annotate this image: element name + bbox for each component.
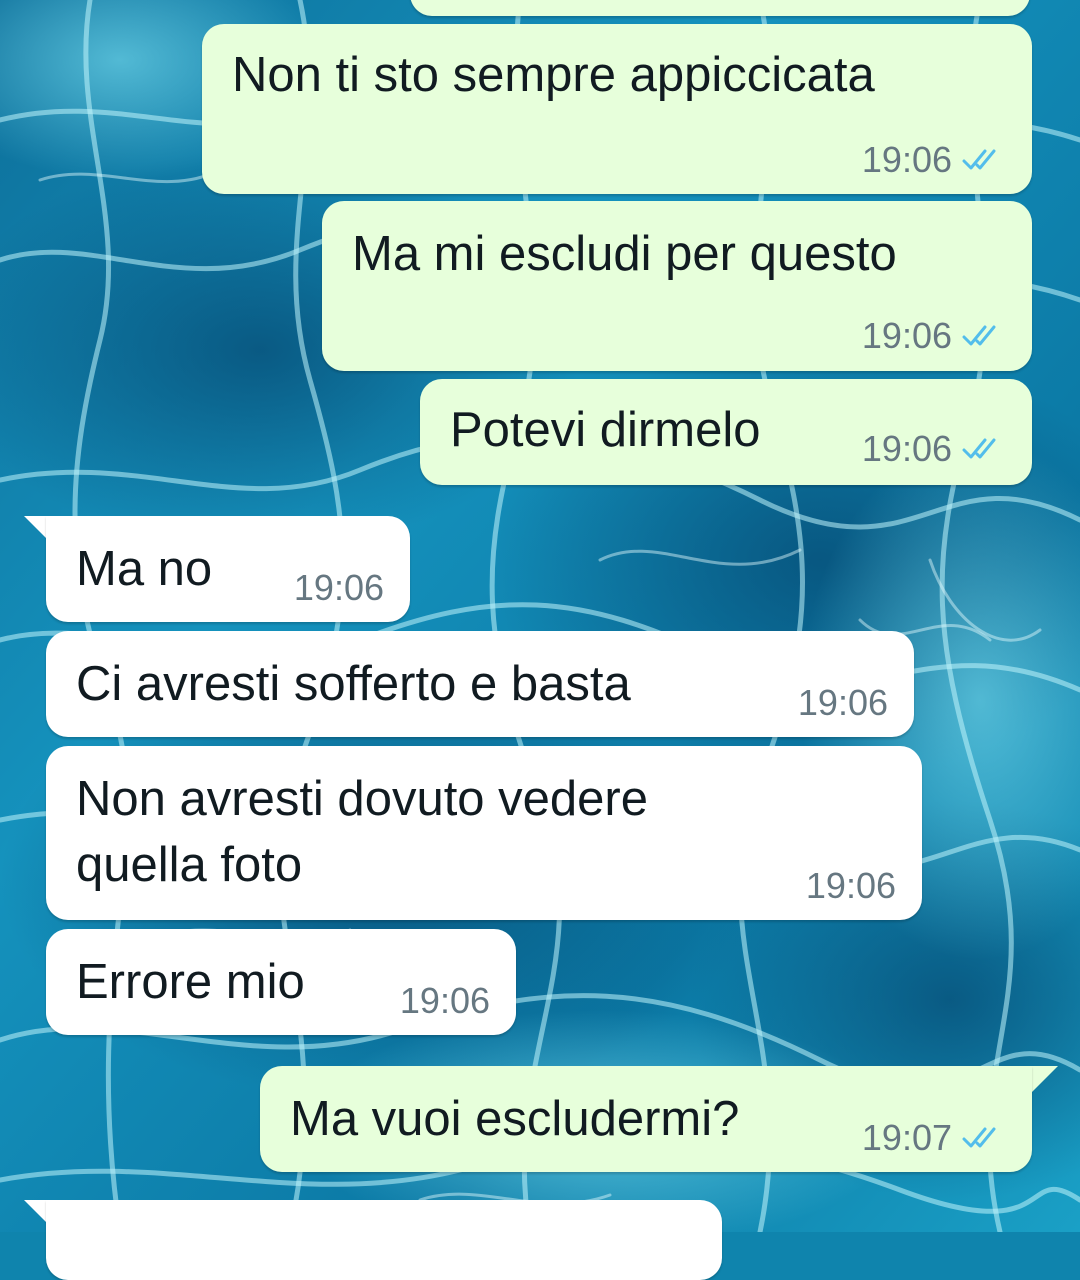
message-text: Ma no	[76, 542, 213, 596]
message-text: Non ti sto sempre appiccicata	[232, 48, 875, 102]
read-receipt-icon	[962, 438, 996, 459]
message-text: Potevi dirmelo	[450, 403, 761, 457]
bubble-tail	[1028, 1066, 1058, 1096]
message-time: 19:06	[293, 567, 384, 608]
message-bubble-incoming[interactable]: Ci avresti sofferto e basta 19:06	[46, 631, 914, 737]
message-bubble-partial[interactable]	[410, 0, 1030, 16]
message-time: 19:06	[797, 682, 888, 723]
message-bubble-outgoing[interactable]: Potevi dirmelo 19:06	[420, 379, 1032, 485]
message-text: Ma vuoi escludermi?	[290, 1092, 740, 1146]
message-time: 19:06	[861, 428, 952, 469]
message-time: 19:06	[805, 865, 896, 906]
message-bubble-incoming[interactable]: Non avresti dovuto vedere quella foto 19…	[46, 746, 922, 920]
message-meta: 19:06	[862, 140, 1004, 180]
read-receipt-icon	[962, 1127, 996, 1148]
read-receipt-icon	[962, 149, 996, 170]
message-text: Errore mio	[76, 955, 305, 1009]
message-meta: 19:06	[862, 429, 1004, 469]
message-text-line-1: Non avresti dovuto vedere	[76, 772, 648, 826]
message-meta: 19:06	[294, 568, 384, 608]
message-bubble-incoming[interactable]: Errore mio 19:06	[46, 929, 516, 1035]
message-meta: 19:06	[862, 316, 1004, 356]
message-text: Ma mi escludi per questo	[352, 227, 897, 281]
message-bubble-incoming[interactable]: Ma no 19:06	[46, 516, 410, 622]
message-text: Ci avresti sofferto e basta	[76, 657, 631, 711]
message-bubble-partial[interactable]	[46, 1200, 722, 1280]
message-time: 19:06	[861, 139, 952, 180]
read-receipt-icon	[962, 325, 996, 346]
message-meta: 19:07	[862, 1118, 1004, 1158]
message-time: 19:06	[861, 315, 952, 356]
message-meta: 19:06	[400, 981, 490, 1021]
message-meta: 19:06	[806, 866, 896, 906]
message-bubble-outgoing[interactable]: Non ti sto sempre appiccicata 19:06	[202, 24, 1032, 194]
message-time: 19:07	[861, 1117, 952, 1158]
message-time: 19:06	[399, 980, 490, 1021]
message-bubble-outgoing[interactable]: Ma mi escludi per questo 19:06	[322, 201, 1032, 371]
message-meta: 19:06	[798, 683, 888, 723]
message-bubble-outgoing[interactable]: Ma vuoi escludermi? 19:07	[260, 1066, 1032, 1172]
message-text-line-2: quella foto	[76, 838, 303, 892]
